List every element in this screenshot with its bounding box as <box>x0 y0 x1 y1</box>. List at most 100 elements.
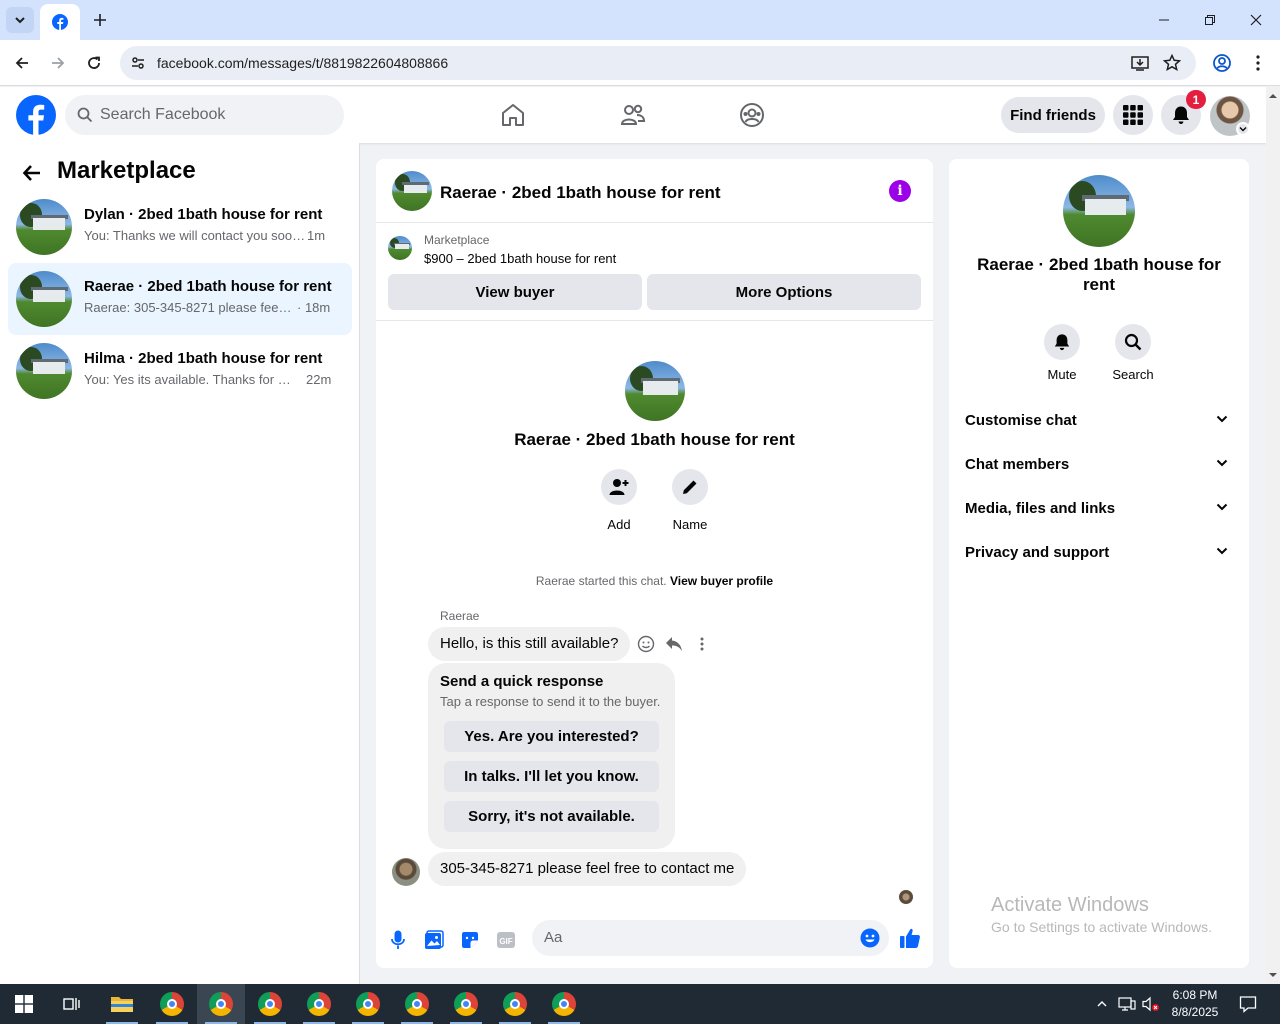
scroll-down-arrow-icon[interactable] <box>1266 968 1280 982</box>
pencil-icon <box>683 480 697 494</box>
conversation-time: 22m <box>306 372 332 387</box>
browser-tab-facebook[interactable] <box>40 4 80 40</box>
conversation-time: · 18m <box>297 300 331 315</box>
find-friends-button[interactable]: Find friends <box>1001 97 1105 133</box>
tab-search-button[interactable] <box>6 7 34 33</box>
network-tray-icon[interactable] <box>1116 984 1138 1024</box>
install-app-button[interactable] <box>1128 51 1152 75</box>
forward-button[interactable] <box>44 49 72 77</box>
listing-price-title[interactable]: $900 – 2bed 1bath house for rent <box>424 251 616 266</box>
voice-clip-button[interactable] <box>386 928 410 952</box>
message-bubble[interactable]: Hello, is this still available? <box>428 627 631 661</box>
media-files-links-section[interactable]: Media, files and links <box>965 488 1233 528</box>
minimize-button[interactable] <box>1141 0 1187 40</box>
section-label: Customise chat <box>965 411 1077 429</box>
groups-tab[interactable] <box>732 97 772 133</box>
info-icon[interactable]: i <box>889 180 911 202</box>
conversation-preview: Raerae: 305-345-8271 please feel fr... <box>84 300 294 315</box>
privacy-support-section[interactable]: Privacy and support <box>965 532 1233 572</box>
arrow-left-icon <box>15 57 28 69</box>
reply-button[interactable] <box>664 634 684 654</box>
thumbs-up-icon <box>900 928 920 948</box>
bookmark-button[interactable] <box>1160 51 1184 75</box>
chat-started-notice: Raerae started this chat. View buyer pro… <box>376 574 933 588</box>
chat-thumbnail[interactable] <box>392 171 432 211</box>
url-text[interactable]: facebook.com/messages/t/8819822604808866 <box>157 55 448 71</box>
chat-members-section[interactable]: Chat members <box>965 444 1233 484</box>
tune-icon <box>132 57 144 69</box>
conversation-item-selected[interactable]: Raerae · 2bed 1bath house for rent Raera… <box>8 263 352 335</box>
add-person-icon <box>609 479 629 495</box>
file-explorer-button[interactable] <box>98 984 146 1024</box>
chevron-down-icon <box>15 17 25 24</box>
conversation-item[interactable]: Hilma · 2bed 1bath house for rent You: Y… <box>8 335 352 407</box>
chrome-taskbar-button[interactable] <box>540 984 588 1024</box>
restore-button[interactable] <box>1187 0 1233 40</box>
chrome-taskbar-button[interactable] <box>442 984 490 1024</box>
address-bar[interactable]: facebook.com/messages/t/8819822604808866 <box>120 46 1196 80</box>
conversation-name: Hilma · 2bed 1bath house for rent <box>84 350 323 367</box>
chrome-taskbar-button[interactable] <box>491 984 539 1024</box>
search-icon <box>1124 333 1142 351</box>
scroll-up-arrow-icon[interactable] <box>1266 89 1280 103</box>
quick-response-option[interactable]: Yes. Are you interested? <box>444 721 659 752</box>
quick-response-option[interactable]: Sorry, it's not available. <box>444 801 659 832</box>
chrome-taskbar-button[interactable] <box>246 984 294 1024</box>
taskbar-clock[interactable]: 6:08 PM 8/8/2025 <box>1160 987 1230 1021</box>
back-arrow-button[interactable] <box>18 159 46 187</box>
message-input[interactable]: Aa <box>532 920 889 956</box>
more-options-button[interactable]: More Options <box>647 274 921 310</box>
menu-button[interactable] <box>1113 95 1153 135</box>
details-thumbnail[interactable] <box>1063 175 1135 247</box>
mute-button[interactable]: Mute <box>1032 324 1092 382</box>
browser-menu-button[interactable] <box>1244 49 1272 77</box>
send-like-button[interactable] <box>898 926 922 950</box>
sticker-button[interactable] <box>458 928 482 952</box>
back-button[interactable] <box>8 49 36 77</box>
name-chat-button[interactable]: Name <box>660 469 720 532</box>
show-hidden-icons-button[interactable] <box>1092 984 1112 1024</box>
chrome-taskbar-button[interactable] <box>148 984 196 1024</box>
gif-icon: GIF <box>497 932 515 948</box>
add-people-button[interactable]: Add <box>589 469 649 532</box>
task-view-button[interactable] <box>48 984 96 1024</box>
customise-chat-section[interactable]: Customise chat <box>965 400 1233 440</box>
view-buyer-profile-link[interactable]: View buyer profile <box>670 574 773 588</box>
friends-tab[interactable] <box>613 97 653 133</box>
emoji-picker-button[interactable] <box>859 927 881 949</box>
chat-title[interactable]: Raerae · 2bed 1bath house for rent <box>440 183 721 203</box>
more-actions-button[interactable] <box>692 634 712 654</box>
listing-thumbnail[interactable] <box>388 236 412 260</box>
chrome-taskbar-button[interactable] <box>344 984 392 1024</box>
facebook-search-input[interactable]: Search Facebook <box>65 95 344 135</box>
chrome-taskbar-button[interactable] <box>197 984 245 1024</box>
reload-icon <box>88 56 100 69</box>
action-center-button[interactable] <box>1234 984 1262 1024</box>
new-tab-button[interactable] <box>88 8 112 32</box>
site-info-button[interactable] <box>126 51 150 75</box>
home-tab[interactable] <box>493 97 533 133</box>
close-window-button[interactable] <box>1233 0 1279 40</box>
quick-response-option[interactable]: In talks. I'll let you know. <box>444 761 659 792</box>
gif-button[interactable]: GIF <box>494 928 518 952</box>
chrome-icon <box>552 992 576 1016</box>
chrome-taskbar-button[interactable] <box>295 984 343 1024</box>
facebook-logo-icon[interactable] <box>16 95 56 135</box>
conversation-name: Raerae · 2bed 1bath house for rent <box>84 278 332 295</box>
volume-tray-icon[interactable] <box>1140 984 1162 1024</box>
sidebar-title: Marketplace <box>57 157 196 184</box>
buyer-avatar[interactable] <box>392 858 420 886</box>
attach-photo-button[interactable] <box>422 928 446 952</box>
page-scrollbar[interactable] <box>1266 87 1280 984</box>
view-buyer-button[interactable]: View buyer <box>388 274 642 310</box>
start-button[interactable] <box>0 984 48 1024</box>
react-button[interactable] <box>636 634 656 654</box>
chrome-taskbar-button[interactable] <box>393 984 441 1024</box>
message-bubble[interactable]: 305-345-8271 please feel free to contact… <box>428 852 747 886</box>
search-in-chat-button[interactable]: Search <box>1103 324 1163 382</box>
account-chevron[interactable] <box>1236 122 1250 136</box>
chrome-icon <box>356 992 380 1016</box>
conversation-item[interactable]: Dylan · 2bed 1bath house for rent You: T… <box>8 191 352 263</box>
reload-button[interactable] <box>80 49 108 77</box>
profile-button[interactable] <box>1208 49 1236 77</box>
